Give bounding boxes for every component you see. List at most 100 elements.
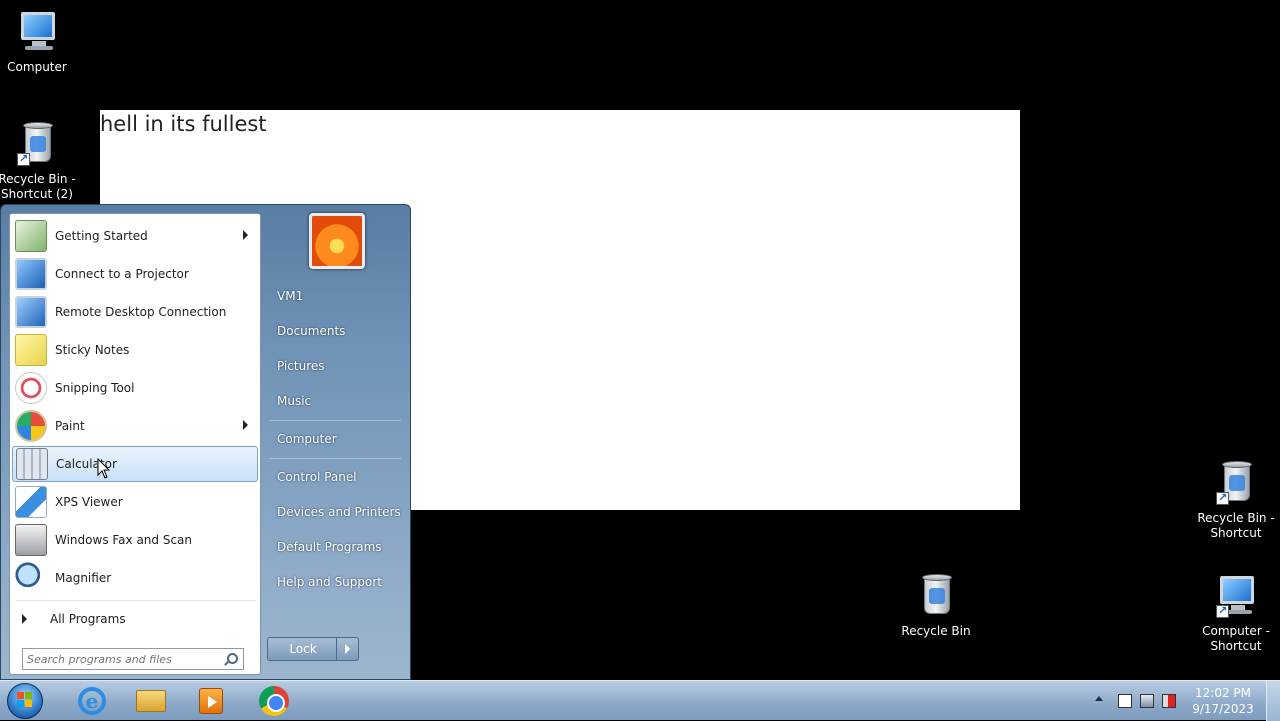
search-input[interactable] [27,651,217,667]
taskbar-clock[interactable]: 12:02 PM 9/17/2023 [1188,685,1258,717]
shutdown-options-arrow-icon[interactable] [336,638,358,660]
desktop-icon-computer[interactable]: Computer [0,8,76,75]
right-item-user[interactable]: VM1 [269,281,405,311]
right-item-devices-printers[interactable]: Devices and Printers [269,497,405,527]
programs-pane: Getting Started Connect to a Projector R… [9,213,261,675]
note-text: hell in its fullest [100,112,267,136]
snipping-tool-icon [15,372,47,404]
menu-item-label: Magnifier [55,571,112,585]
menu-item-connect-projector[interactable]: Connect to a Projector [12,256,258,292]
calculator-icon [16,448,48,480]
right-item-help-support[interactable]: Help and Support [269,567,405,597]
menu-item-label: Getting Started [55,229,148,243]
right-item-label: Pictures [277,359,325,373]
show-hidden-icons-icon[interactable] [1095,696,1103,701]
right-item-label: Devices and Printers [277,505,401,519]
search-icon[interactable] [227,653,238,664]
menu-separator [16,600,256,601]
right-item-label: VM1 [277,289,304,303]
menu-item-label: Paint [55,419,85,433]
all-programs-label: All Programs [50,612,126,626]
xps-viewer-icon [15,486,47,518]
user-avatar[interactable] [309,213,365,269]
lock-button[interactable]: Lock [267,637,359,661]
start-menu: Getting Started Connect to a Projector R… [0,204,411,680]
fax-scan-icon [15,524,47,556]
projector-icon [15,258,47,290]
lock-button-label: Lock [289,642,317,656]
desktop-icon-recycle-bin-shortcut[interactable]: Recycle Bin - Shortcut [1197,459,1275,541]
magnifier-icon [15,562,47,594]
menu-item-label: XPS Viewer [55,495,123,509]
desktop-icon-recycle-bin-shortcut-2[interactable]: Recycle Bin - Shortcut (2) [0,120,76,202]
right-item-label: Computer [277,432,337,446]
menu-item-getting-started[interactable]: Getting Started [12,218,258,254]
right-item-label: Help and Support [277,575,382,589]
network-icon[interactable] [1140,694,1154,708]
media-player-icon [199,688,223,714]
desktop-icon-label: Recycle Bin [901,624,971,638]
recycle-bin-icon [1212,459,1260,507]
desktop-icon-label: Computer - Shortcut [1202,624,1270,653]
menu-item-label: Windows Fax and Scan [55,533,193,547]
right-separator [269,420,401,421]
desktop-icon-label: Computer [7,60,67,74]
right-item-default-programs[interactable]: Default Programs [269,532,405,562]
recycle-bin-icon [13,120,61,168]
getting-started-icon [15,220,47,252]
submenu-arrow-icon [243,420,248,430]
menu-item-remote-desktop[interactable]: Remote Desktop Connection [12,294,258,330]
taskbar-media-player[interactable] [182,681,238,721]
sticky-notes-icon [15,334,47,366]
show-desktop-button[interactable] [1266,681,1280,721]
right-item-label: Music [277,394,312,408]
menu-item-xps-viewer[interactable]: XPS Viewer [12,484,258,520]
action-center-flag-icon[interactable] [1118,694,1132,708]
menu-item-sticky-notes[interactable]: Sticky Notes [12,332,258,368]
menu-item-paint[interactable]: Paint [12,408,258,444]
paint-icon [15,410,47,442]
remote-desktop-icon [15,296,47,328]
computer-icon [1212,572,1260,620]
right-item-music[interactable]: Music [269,386,405,416]
chrome-icon [259,686,289,716]
right-separator [269,458,401,459]
all-programs-arrow-icon [22,614,27,624]
windows-flag-icon [17,692,33,708]
system-tray: 12:02 PM 9/17/2023 [1090,681,1280,721]
menu-item-calculator[interactable]: Calculator [12,446,258,482]
taskbar-internet-explorer[interactable]: e [62,681,118,721]
menu-item-fax-scan[interactable]: Windows Fax and Scan [12,522,258,558]
taskbar-chrome[interactable] [246,681,302,721]
mouse-cursor-icon [97,458,111,479]
right-item-label: Documents [277,324,346,338]
all-programs-button[interactable]: All Programs [12,604,258,634]
right-item-documents[interactable]: Documents [269,316,405,346]
right-item-label: Control Panel [277,470,357,484]
desktop-icon-label: Recycle Bin - Shortcut (2) [0,172,76,201]
menu-item-label: Snipping Tool [55,381,135,395]
desktop-icon-computer-shortcut[interactable]: Computer - Shortcut [1197,572,1275,654]
taskbar-windows-explorer[interactable] [122,681,178,721]
desktop-icon-recycle-bin[interactable]: Recycle Bin [897,572,975,639]
taskbar: e 12:02 PM 9/17/2023 [0,680,1280,721]
right-item-pictures[interactable]: Pictures [269,351,405,381]
menu-item-magnifier[interactable]: Magnifier [12,560,258,596]
search-box[interactable] [22,648,244,670]
right-item-label: Default Programs [277,540,382,554]
desktop: Computer Recycle Bin - Shortcut (2) Recy… [0,0,1280,680]
right-item-control-panel[interactable]: Control Panel [269,462,405,492]
clock-date: 9/17/2023 [1192,702,1254,716]
recycle-bin-icon [912,572,960,620]
start-button[interactable] [3,681,47,721]
right-item-computer[interactable]: Computer [269,424,405,454]
clock-time: 12:02 PM [1195,686,1251,700]
menu-item-label: Connect to a Projector [55,267,189,281]
menu-item-label: Remote Desktop Connection [55,305,227,319]
computer-icon [13,8,61,56]
menu-item-snipping-tool[interactable]: Snipping Tool [12,370,258,406]
internet-explorer-icon: e [78,687,106,715]
submenu-arrow-icon [243,230,248,240]
windows-explorer-icon [136,690,166,712]
volume-muted-icon[interactable] [1162,694,1176,708]
